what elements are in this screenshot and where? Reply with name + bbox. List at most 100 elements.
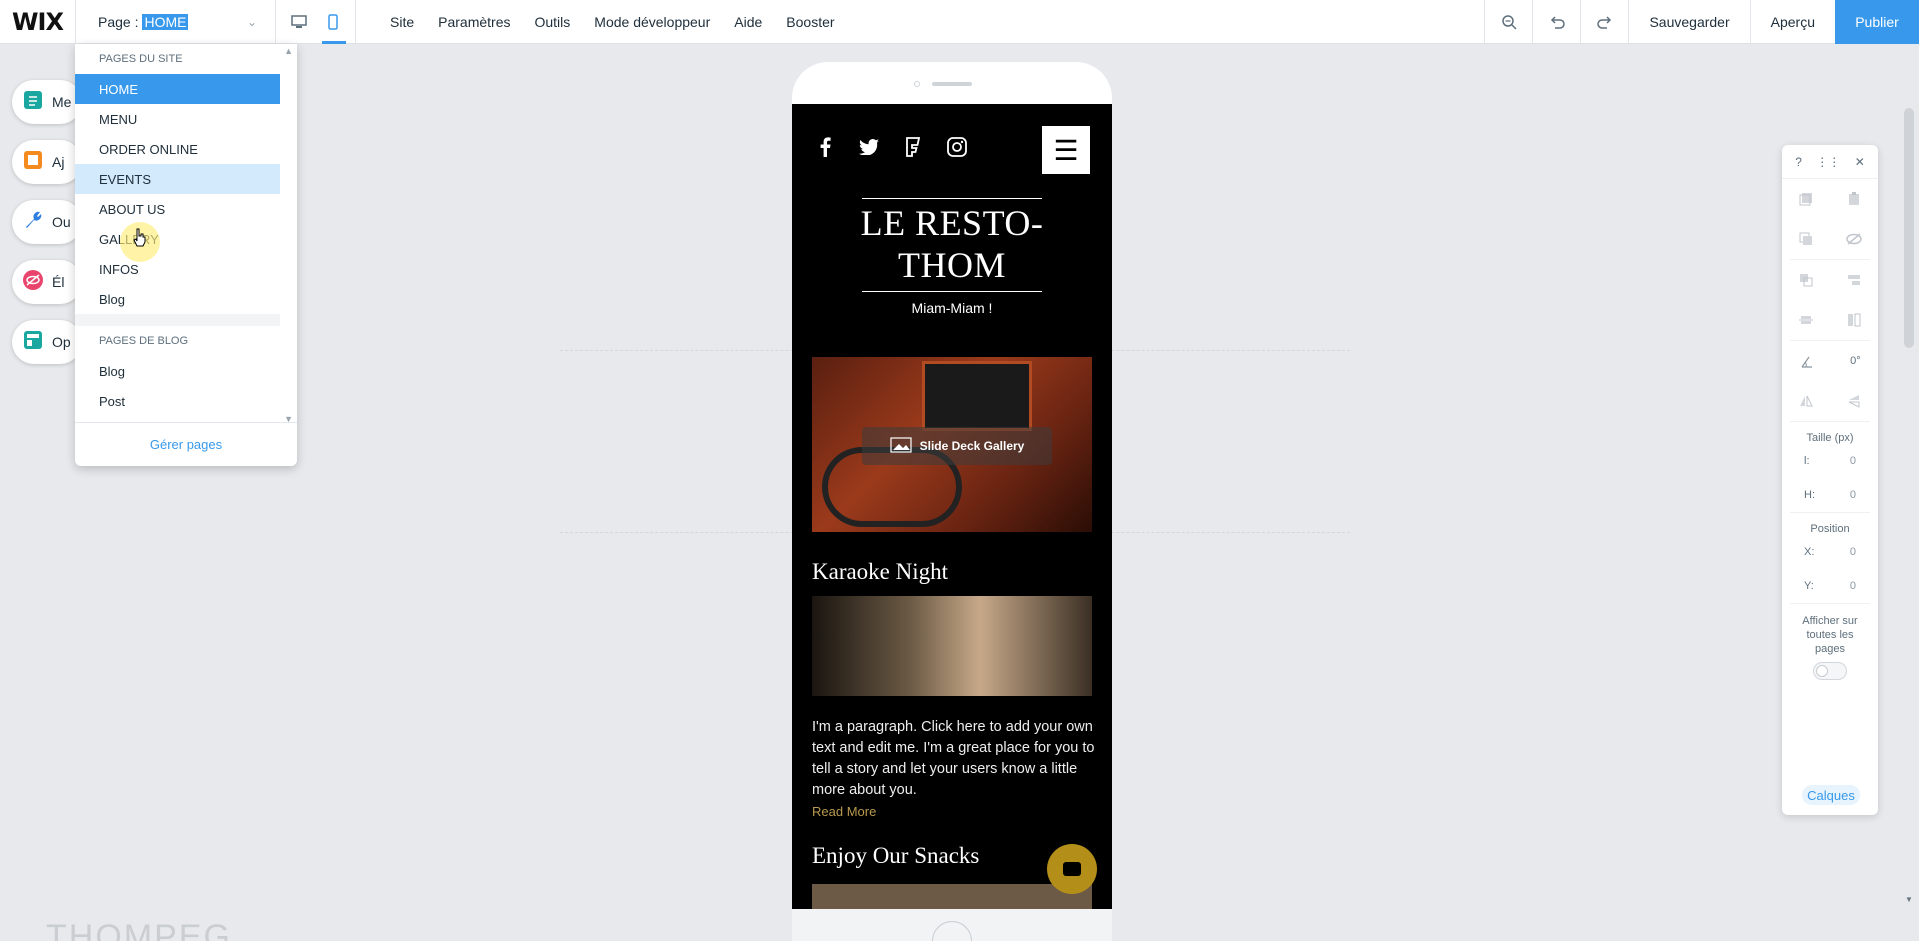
rotate-icon[interactable]	[1799, 353, 1815, 369]
page-item-about-us[interactable]: ABOUT US	[75, 194, 280, 224]
y-label: Y:	[1804, 580, 1814, 592]
rail-options[interactable]: Op	[12, 320, 82, 364]
mobile-icon[interactable]	[323, 11, 343, 33]
site-tagline[interactable]: Miam-Miam !	[852, 300, 1052, 316]
match-size-icon[interactable]	[1846, 312, 1862, 328]
page-item-events[interactable]: EVENTS	[75, 164, 280, 194]
width-field[interactable]: l: 0	[1782, 444, 1878, 478]
distribute-icon[interactable]	[1798, 312, 1814, 328]
desktop-icon[interactable]	[289, 11, 309, 33]
chat-button[interactable]	[1047, 844, 1097, 894]
rotation-value[interactable]: 0°	[1850, 355, 1861, 367]
x-value[interactable]: 0	[1850, 546, 1856, 558]
toolbar-header: ? ⋮⋮ ✕	[1782, 145, 1878, 179]
background-icon	[22, 149, 44, 176]
position-heading: Position	[1810, 523, 1850, 535]
section-title-karaoke[interactable]: Karaoke Night	[812, 559, 948, 585]
hand-cursor-icon	[133, 228, 146, 247]
y-field[interactable]: Y: 0	[1782, 569, 1878, 603]
help-icon[interactable]: ?	[1795, 155, 1802, 169]
wix-logo[interactable]: WIX	[0, 0, 76, 44]
layers-button[interactable]: Calques	[1802, 785, 1860, 805]
flip-horizontal-icon[interactable]	[1798, 393, 1814, 409]
publish-button[interactable]: Publier	[1835, 0, 1919, 44]
redo-icon[interactable]	[1580, 0, 1628, 44]
close-icon[interactable]: ✕	[1855, 155, 1865, 169]
page-item-order-online[interactable]: ORDER ONLINE	[75, 134, 280, 164]
read-more-link[interactable]: Read More	[812, 804, 876, 819]
hamburger-menu-icon[interactable]: ☰	[1042, 126, 1090, 174]
page-item-infos[interactable]: INFOS	[75, 254, 280, 284]
snacks-image[interactable]	[812, 884, 1092, 909]
arrange-icon[interactable]	[1798, 272, 1814, 288]
menu-mode-developpeur[interactable]: Mode développeur	[582, 14, 722, 30]
flip-vertical-icon[interactable]	[1846, 393, 1862, 409]
chevron-down-icon[interactable]: ⌄	[247, 15, 257, 29]
x-field[interactable]: X: 0	[1782, 535, 1878, 569]
save-button[interactable]: Sauvegarder	[1628, 0, 1749, 44]
duplicate-icon[interactable]	[1798, 231, 1814, 247]
mobile-active-indicator	[322, 40, 346, 44]
instagram-icon[interactable]	[946, 136, 968, 158]
gallery-label: Slide Deck Gallery	[919, 439, 1025, 453]
rail-hidden-elements[interactable]: Él	[12, 260, 82, 304]
height-field[interactable]: H: 0	[1782, 478, 1878, 512]
height-label: H:	[1804, 489, 1815, 501]
scroll-down-icon[interactable]: ▼	[1905, 895, 1913, 904]
properties-toolbar: ? ⋮⋮ ✕ 0° Taille (px) l: 0 H: 0 Position…	[1782, 145, 1878, 815]
site-brand-title[interactable]: LE RESTO-THOM	[852, 202, 1052, 286]
page-selector-label: Page :	[98, 13, 139, 30]
section-title-snacks[interactable]: Enjoy Our Snacks	[812, 843, 979, 869]
align-icon[interactable]	[1846, 272, 1862, 288]
toolbar-row	[1782, 260, 1878, 300]
canvas-scrollbar[interactable]	[1904, 108, 1914, 348]
manage-pages-link[interactable]: Gérer pages	[75, 422, 297, 466]
zoom-icon[interactable]	[1484, 0, 1532, 44]
y-value[interactable]: 0	[1850, 580, 1856, 592]
editor-topbar: WIX Page : HOME ⌄ Site Paramètres Outils…	[0, 0, 1919, 44]
phone-home-button	[932, 921, 972, 941]
divider	[1790, 421, 1870, 422]
menu-booster[interactable]: Booster	[774, 14, 846, 30]
drag-handle-icon[interactable]: ⋮⋮	[1816, 155, 1840, 169]
toolbar-row	[1782, 381, 1878, 421]
watermark-logo: THOMPEG	[46, 918, 232, 941]
topbar-right-tools: Sauvegarder Aperçu Publier	[1484, 0, 1919, 44]
rail-label: Él	[52, 274, 65, 290]
copy-icon[interactable]	[1798, 191, 1814, 207]
blog-page-item-blog[interactable]: Blog	[75, 356, 280, 386]
facebook-icon[interactable]	[814, 136, 836, 158]
toolbar-row	[1782, 179, 1878, 219]
rail-add[interactable]: Aj	[12, 140, 82, 184]
slide-deck-gallery[interactable]: Slide Deck Gallery	[812, 357, 1092, 532]
menu-outils[interactable]: Outils	[522, 14, 582, 30]
show-all-pages-toggle[interactable]	[1813, 662, 1847, 680]
menu-parametres[interactable]: Paramètres	[426, 14, 522, 30]
page-item-blog[interactable]: Blog	[75, 284, 280, 314]
page-selector[interactable]: Page : HOME ⌄	[76, 0, 276, 44]
scroll-up-icon[interactable]: ▲	[284, 46, 293, 56]
phone-camera	[914, 81, 920, 87]
phone-bottom-bezel	[792, 909, 1112, 941]
rail-menus[interactable]: Me	[12, 80, 82, 124]
twitter-icon[interactable]	[858, 136, 880, 158]
page-item-home[interactable]: HOME	[75, 74, 280, 104]
preview-button[interactable]: Aperçu	[1749, 0, 1835, 44]
page-item-gallery[interactable]: GALLERY	[75, 224, 280, 254]
page-item-menu[interactable]: MENU	[75, 104, 280, 134]
hide-icon[interactable]	[1846, 231, 1862, 247]
mobile-site-canvas[interactable]: ☰ LE RESTO-THOM Miam-Miam ! Slide Deck G…	[792, 104, 1112, 909]
paragraph-text[interactable]: I'm a paragraph. Click here to add your …	[812, 717, 1097, 801]
karaoke-image[interactable]	[812, 596, 1092, 696]
width-value[interactable]: 0	[1850, 455, 1856, 467]
menu-aide[interactable]: Aide	[722, 14, 774, 30]
undo-icon[interactable]	[1532, 0, 1580, 44]
gallery-overlay-label: Slide Deck Gallery	[862, 427, 1052, 465]
blog-page-item-post[interactable]: Post	[75, 386, 280, 416]
foursquare-icon[interactable]	[902, 136, 924, 158]
phone-speaker	[932, 82, 972, 86]
menu-site[interactable]: Site	[378, 14, 426, 30]
rail-tools[interactable]: Ou	[12, 200, 82, 244]
paste-icon[interactable]	[1846, 191, 1862, 207]
height-value[interactable]: 0	[1850, 489, 1856, 501]
